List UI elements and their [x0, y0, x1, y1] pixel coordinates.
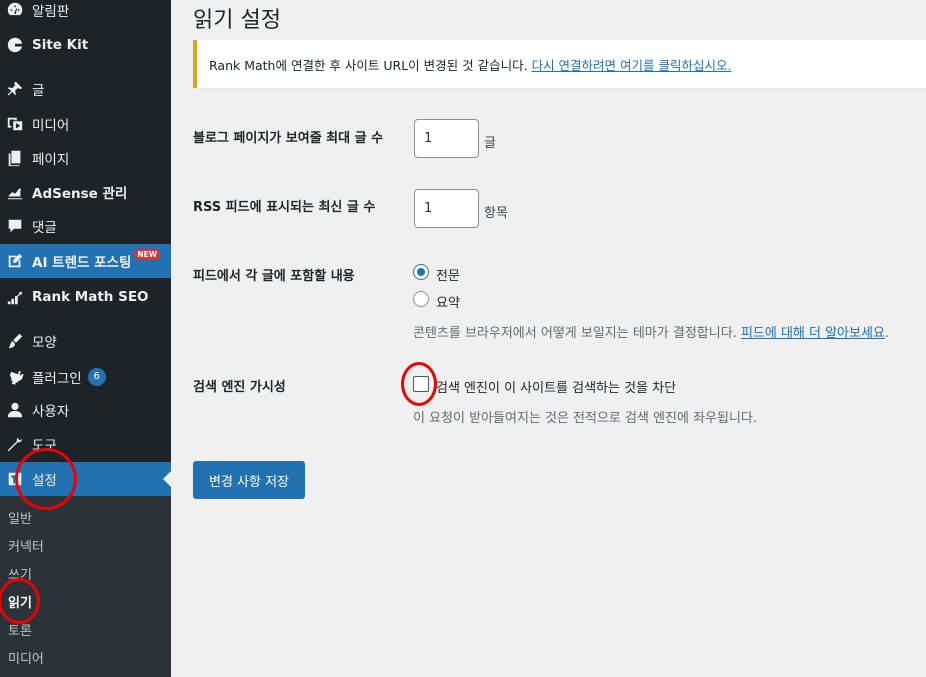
- posts-per-page-label: 블로그 페이지가 보여줄 최대 글 수: [193, 131, 384, 146]
- sidebar-item-pages[interactable]: 페이지: [0, 141, 171, 175]
- sidebar-item-label: 글: [32, 83, 45, 99]
- new-badge: NEW: [134, 248, 161, 260]
- posts-per-page-unit: 글: [484, 136, 496, 151]
- sidebar-item-ai-trend[interactable]: AI 트렌드 포스팅 NEW: [0, 244, 171, 278]
- settings-icon: [5, 469, 25, 489]
- sidebar-item-appearance[interactable]: 모양: [0, 324, 171, 358]
- sidebar-item-label: AI 트렌드 포스팅: [32, 255, 132, 271]
- rss-items-input[interactable]: [414, 189, 479, 228]
- sidebar-item-comments[interactable]: 댓글: [0, 209, 171, 243]
- sidebar-item-label: 모양: [32, 335, 57, 351]
- sidebar-item-posts[interactable]: 글: [0, 72, 171, 106]
- rank-math-notice: Rank Math에 연결한 후 사이트 URL이 변경된 것 같습니다. 다시…: [193, 40, 926, 88]
- feed-full-text-radio[interactable]: [413, 264, 429, 280]
- plugin-update-count-badge: 6: [87, 368, 106, 386]
- submenu-item-discussion[interactable]: 토론: [8, 620, 32, 639]
- sidebar-item-label: 알림판: [32, 4, 70, 20]
- feed-excerpt-radio[interactable]: [413, 291, 429, 307]
- feed-learn-more-link[interactable]: 피드에 대해 더 알아보세요: [741, 326, 885, 341]
- sidebar-item-users[interactable]: 사용자: [0, 393, 171, 427]
- sidebar-item-label: 도구: [32, 438, 57, 454]
- pages-icon: [5, 148, 25, 168]
- admin-sidebar: 알림판 Site Kit 글 미디어 페이지 AdSense 관리 댓글 AI …: [0, 0, 171, 677]
- sidebar-item-label: Rank Math SEO: [32, 289, 149, 305]
- site-kit-icon: [5, 35, 25, 55]
- feed-full-text-label: 전문: [436, 269, 460, 284]
- reconnect-link[interactable]: 다시 연결하려면 여기를 클릭하십시오.: [532, 55, 732, 74]
- settings-submenu: 일반 커넥터 쓰기 읽기 토론 미디어: [0, 496, 171, 677]
- sidebar-item-plugins[interactable]: 플러그인 6: [0, 360, 171, 394]
- feed-description: 콘텐츠를 브라우저에서 어떻게 보일지는 테마가 결정합니다. 피드에 대해 더…: [413, 322, 889, 341]
- submenu-item-media[interactable]: 미디어: [8, 648, 44, 667]
- page-title: 읽기 설정: [193, 8, 281, 33]
- discourage-search-checkbox[interactable]: [413, 376, 429, 392]
- rss-items-label: RSS 피드에 표시되는 최신 글 수: [193, 200, 376, 215]
- chart-icon: [5, 182, 25, 202]
- feed-content-label: 피드에서 각 글에 포함할 내용: [193, 269, 355, 284]
- current-menu-arrow: [163, 471, 171, 487]
- notice-text: Rank Math에 연결한 후 사이트 URL이 변경된 것 같습니다.: [209, 57, 528, 73]
- main-content: 읽기 설정 Rank Math에 연결한 후 사이트 URL이 변경된 것 같습…: [171, 0, 926, 677]
- sidebar-item-site-kit[interactable]: Site Kit: [0, 28, 171, 62]
- posts-per-page-input[interactable]: [414, 119, 479, 158]
- sidebar-item-adsense[interactable]: AdSense 관리: [0, 175, 171, 209]
- sidebar-item-rank-math[interactable]: Rank Math SEO: [0, 280, 171, 314]
- submenu-item-writing[interactable]: 쓰기: [8, 564, 32, 583]
- brush-icon: [5, 331, 25, 351]
- comment-icon: [5, 216, 25, 236]
- sidebar-item-settings[interactable]: 설정: [0, 462, 171, 496]
- sidebar-item-media[interactable]: 미디어: [0, 107, 171, 141]
- save-changes-button[interactable]: 변경 사항 저장: [193, 461, 305, 499]
- rank-math-icon: [5, 287, 25, 307]
- discourage-search-label: 검색 엔진이 이 사이트를 검색하는 것을 차단: [436, 381, 677, 396]
- feed-description-text: 콘텐츠를 브라우저에서 어떻게 보일지는 테마가 결정합니다.: [413, 326, 737, 341]
- search-visibility-label: 검색 엔진 가시성: [193, 380, 286, 395]
- sidebar-item-tools[interactable]: 도구: [0, 427, 171, 461]
- plugin-icon: [5, 367, 25, 387]
- feed-excerpt-label: 요약: [436, 296, 460, 311]
- sidebar-item-label: 페이지: [32, 152, 70, 168]
- sidebar-item-label: AdSense 관리: [32, 186, 128, 202]
- submenu-item-general[interactable]: 일반: [8, 508, 32, 527]
- sidebar-item-label: 댓글: [32, 220, 57, 236]
- dashboard-icon: [5, 0, 25, 20]
- sidebar-item-label: Site Kit: [32, 37, 89, 53]
- search-visibility-description: 이 요청이 받아들여지는 것은 전적으로 검색 엔진에 좌우됩니다.: [413, 411, 758, 426]
- submenu-item-reading[interactable]: 읽기: [8, 592, 32, 611]
- user-icon: [5, 400, 25, 420]
- rss-items-unit: 항목: [484, 206, 508, 221]
- sidebar-item-label: 미디어: [32, 118, 70, 134]
- feed-description-end: .: [884, 326, 890, 341]
- sidebar-item-label: 플러그인: [32, 371, 82, 387]
- sidebar-item-label: 설정: [32, 473, 57, 489]
- sidebar-item-dashboard[interactable]: 알림판: [0, 0, 171, 27]
- media-icon: [5, 114, 25, 134]
- submenu-item-connectors[interactable]: 커넥터: [8, 536, 44, 555]
- edit-icon: [5, 251, 25, 271]
- wrench-icon: [5, 434, 25, 454]
- sidebar-item-label: 사용자: [32, 404, 70, 420]
- pin-icon: [5, 79, 25, 99]
